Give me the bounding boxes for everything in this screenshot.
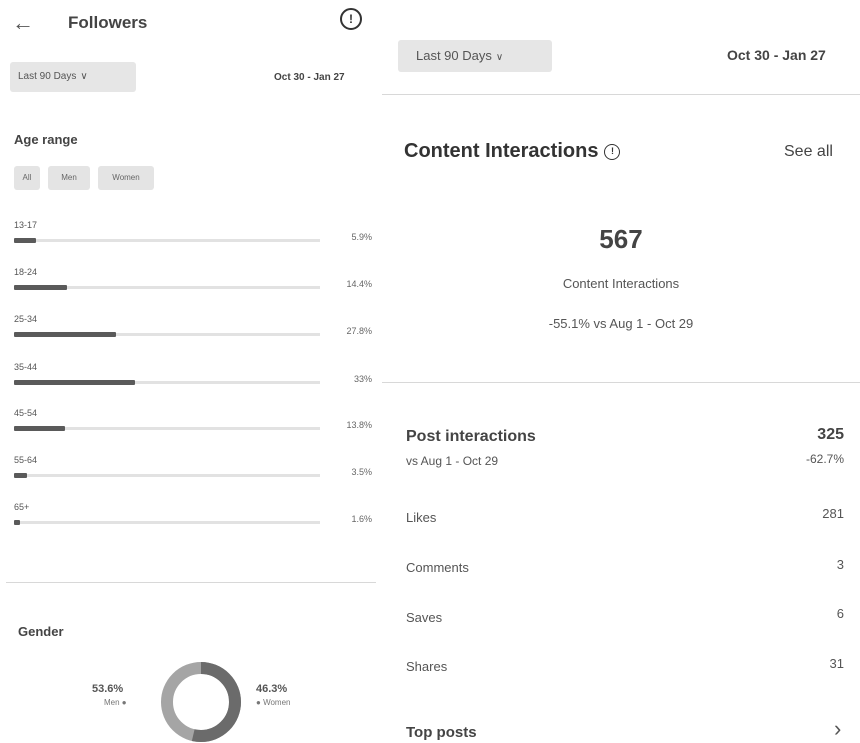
age-label: 35-44 (14, 362, 38, 372)
see-all-link[interactable]: See all (784, 143, 833, 161)
age-label: 18-24 (14, 267, 38, 277)
saves-value: 6 (836, 606, 844, 621)
men-legend: Men ● (104, 698, 127, 707)
chevron-right-icon[interactable]: › (834, 716, 841, 742)
age-row: 13-17 5.9% (14, 220, 376, 256)
divider (382, 382, 860, 383)
age-percentage: 5.9% (351, 232, 372, 242)
chevron-down-icon: ∨ (495, 52, 504, 63)
age-label: 25-34 (14, 314, 38, 324)
chip-label: Men (61, 173, 77, 182)
women-legend: ● Women (256, 698, 291, 707)
age-percentage: 1.6% (351, 514, 372, 524)
date-filter-label: Last 90 Days (18, 71, 77, 82)
age-label: 13-17 (14, 220, 38, 230)
shares-label: Shares (406, 659, 448, 674)
gender-title: Gender (18, 624, 64, 639)
shares-value: 31 (829, 656, 844, 671)
followers-panel: ← Followers ! Last 90 Days ∨ Oct 30 - Jan… (0, 0, 382, 743)
age-row: 35-44 33% (14, 362, 376, 398)
post-interactions-value: 325 (817, 426, 844, 443)
date-filter-label: Last 90 Days (416, 48, 492, 63)
date-range: Oct 30 - Jan 27 (274, 72, 345, 83)
date-range: Oct 30 - Jan 27 (727, 47, 826, 63)
age-label: 45-54 (14, 408, 38, 418)
age-bar-track (14, 332, 320, 337)
info-icon[interactable]: ! (340, 8, 362, 30)
age-bar-fill (14, 426, 65, 431)
age-bar-track (14, 473, 320, 478)
post-interactions-change: -62.7% (805, 452, 844, 466)
page-title: Followers (68, 13, 148, 32)
age-label: 65+ (14, 502, 30, 512)
age-bar-fill (14, 332, 117, 337)
filter-women-chip[interactable]: Women (98, 166, 154, 190)
age-bar-track (14, 520, 320, 525)
age-bar-fill (14, 238, 36, 243)
content-interactions-title: Content Interactions (404, 140, 599, 162)
divider (6, 582, 376, 583)
age-bar-track (14, 285, 320, 290)
age-row: 45-54 13.8% (14, 408, 376, 444)
likes-label: Likes (406, 510, 437, 525)
arrow-left-icon[interactable]: ← (12, 10, 34, 36)
age-percentage: 3.5% (351, 467, 372, 477)
section-title: Content Interactions! (404, 140, 621, 163)
post-interactions-label: Post interactions (406, 428, 536, 445)
women-percentage: 46.3% (256, 683, 288, 695)
divider (382, 94, 860, 95)
age-bar-fill (14, 520, 20, 525)
total-interactions-label: Content Interactions (562, 276, 680, 291)
age-bar-track (14, 426, 320, 431)
filter-men-chip[interactable]: Men (48, 166, 90, 190)
age-bar-fill (14, 285, 67, 290)
filter-all-chip[interactable]: All (14, 166, 40, 190)
age-percentage: 27.8% (346, 326, 372, 336)
chip-label: Women (112, 173, 140, 182)
date-filter-dropdown[interactable]: Last 90 Days ∨ (398, 40, 552, 72)
age-percentage: 13.8% (346, 420, 372, 430)
age-label: 55-64 (14, 455, 38, 465)
age-row: 25-34 27.8% (14, 314, 376, 350)
chevron-down-icon: ∨ (80, 71, 88, 82)
top-posts-link[interactable]: Top posts (406, 724, 477, 741)
age-bar-fill (14, 380, 136, 385)
age-range-title: Age range (14, 132, 78, 147)
age-percentage: 14.4% (346, 279, 372, 289)
comments-label: Comments (406, 560, 469, 575)
info-icon[interactable]: ! (604, 144, 621, 160)
content-interactions-panel: Last 90 Days ∨ Oct 30 - Jan 27 Content In… (382, 0, 860, 743)
men-label: Men (104, 698, 120, 707)
age-bar-fill (14, 473, 27, 478)
gender-donut-chart (161, 662, 241, 742)
women-label: Women (263, 698, 291, 707)
date-filter-dropdown[interactable]: Last 90 Days ∨ (10, 62, 136, 92)
age-bar-track (14, 380, 320, 385)
post-interactions-subtitle: vs Aug 1 - Oct 29 (406, 454, 499, 468)
age-row: 55-64 3.5% (14, 455, 376, 491)
age-percentage: 33% (353, 374, 372, 384)
total-interactions-comparison: -55.1% vs Aug 1 - Oct 29 (548, 316, 694, 331)
chip-label: All (22, 173, 32, 182)
age-bar-track (14, 238, 320, 243)
saves-label: Saves (406, 610, 443, 625)
age-row: 65+ 1.6% (14, 502, 376, 538)
comments-value: 3 (836, 557, 844, 572)
total-interactions-value: 567 (599, 224, 643, 254)
men-percentage: 53.6% (92, 683, 124, 695)
age-row: 18-24 14.4% (14, 267, 376, 303)
likes-value: 281 (822, 506, 844, 521)
